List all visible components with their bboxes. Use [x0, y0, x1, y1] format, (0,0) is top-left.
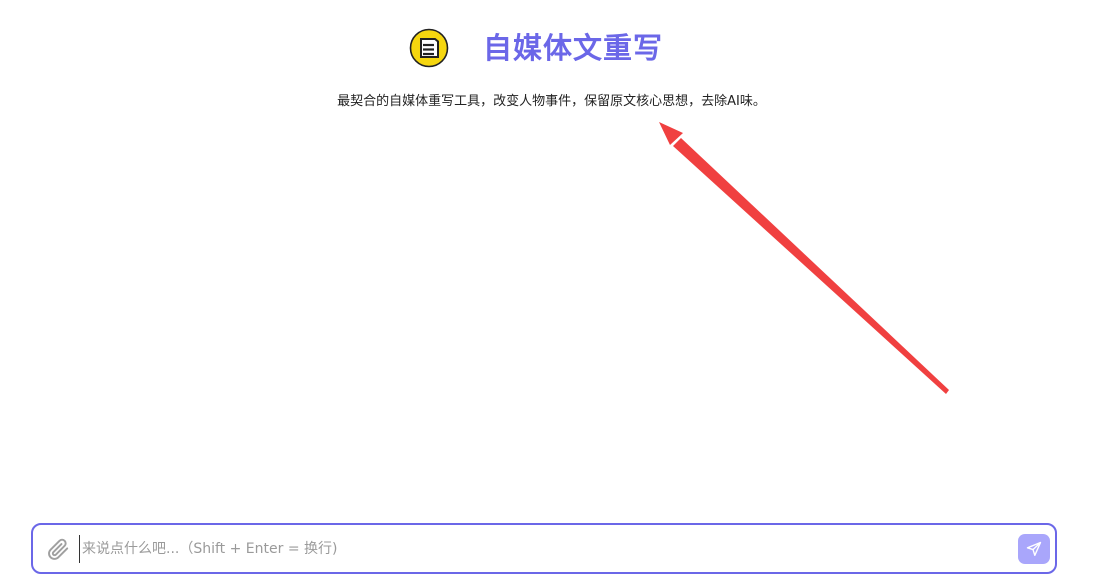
send-button[interactable]	[1018, 534, 1050, 564]
page-subtitle: 最契合的自媒体重写工具，改变人物事件，保留原文核心思想，去除AI味。	[337, 94, 766, 109]
app-header: 自媒体文重写	[0, 24, 1103, 72]
send-arrow-icon	[1026, 541, 1042, 556]
paperclip-icon[interactable]	[45, 536, 71, 562]
page-title: 自媒体文重写	[483, 31, 664, 65]
annotation-arrow	[659, 122, 949, 394]
note-badge-icon	[409, 28, 449, 68]
message-composer	[31, 523, 1057, 574]
message-input[interactable]	[79, 535, 1007, 563]
